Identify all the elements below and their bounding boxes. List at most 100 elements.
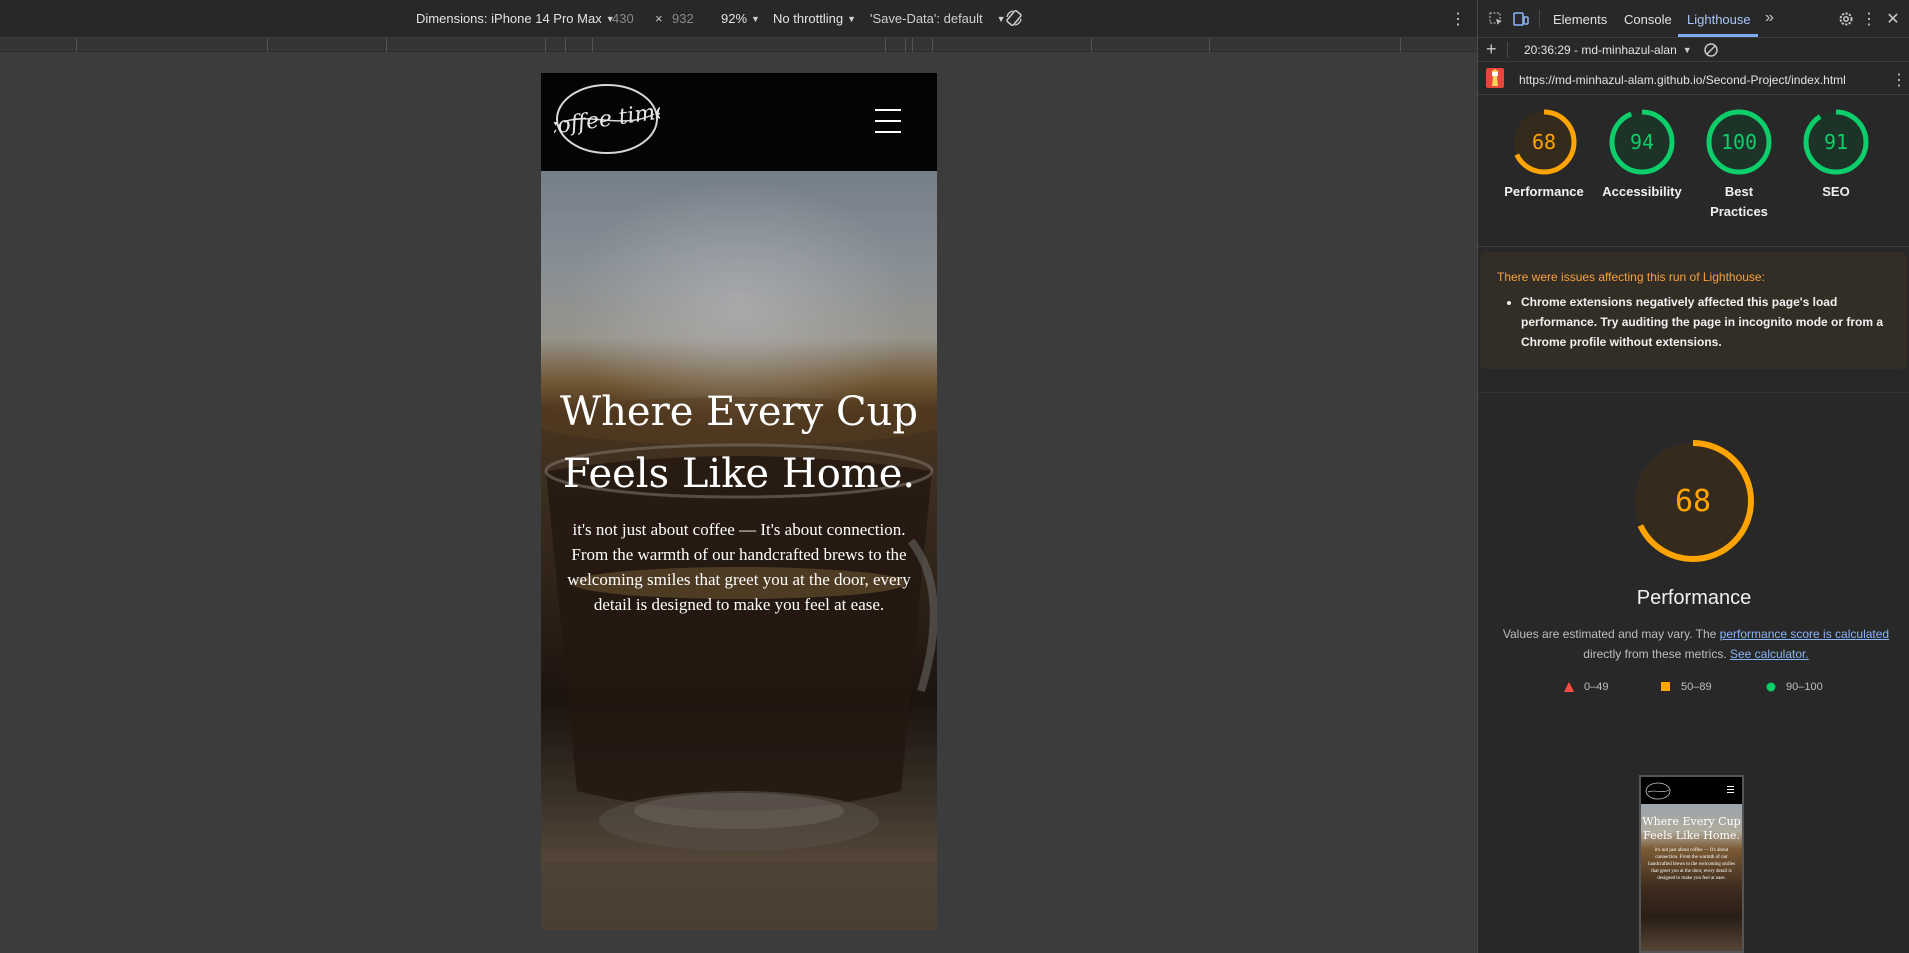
rotate-icon[interactable]	[1005, 9, 1023, 27]
ruler-tick	[932, 38, 933, 52]
legend-range: 90–100	[1786, 681, 1823, 693]
divider	[1539, 10, 1540, 28]
emulated-page: coffee time Where Every Cup Feels Like H…	[541, 73, 937, 930]
more-options-icon[interactable]: ⋮	[1450, 9, 1466, 29]
score-value: 94	[1630, 130, 1654, 154]
device-toolbar: Dimensions: iPhone 14 Pro Max ▼ 430 × 93…	[0, 0, 1477, 38]
ruler-tick	[885, 38, 886, 52]
hero-title: Where Every Cup Feels Like Home.	[560, 389, 918, 497]
gauge-label: Accessibility	[1602, 184, 1682, 199]
gauge-label: Performance	[1504, 184, 1584, 199]
chevron-down-icon: ▼	[847, 13, 857, 24]
gauge-accessibility[interactable]: 94 Accessibility	[1597, 108, 1687, 202]
legend-range: 50–89	[1681, 681, 1712, 693]
throttling-select[interactable]: No throttling ▼	[773, 11, 856, 26]
ruler-tick	[76, 38, 77, 52]
divider	[1478, 246, 1909, 247]
report-select[interactable]: 20:36:29 - md-minhazul-alan ▼	[1524, 43, 1692, 57]
legend-item-fail: 0–49	[1564, 681, 1608, 693]
site-header: coffee time	[541, 73, 937, 171]
height-input[interactable]: 932	[672, 11, 694, 26]
ruler-tick	[545, 38, 546, 52]
lighthouse-logo-icon	[1486, 68, 1504, 91]
ruler-tick	[912, 38, 913, 52]
warning-item: Chrome extensions negatively affected th…	[1521, 292, 1889, 352]
tab-lighthouse[interactable]: Lighthouse	[1687, 12, 1751, 27]
new-report-plus-icon[interactable]: +	[1486, 39, 1497, 60]
ruler-tick	[905, 38, 906, 52]
ruler-tick	[1400, 38, 1401, 52]
thumbnail-text: it's not just about coffee — It's about …	[1648, 848, 1735, 881]
logo-text: coffee time	[554, 99, 660, 141]
performance-big-gauge: 68	[1632, 440, 1754, 562]
gauge-best-practices[interactable]: 100 Best Practices	[1694, 108, 1784, 222]
warning-title: There were issues affecting this run of …	[1497, 270, 1765, 284]
ruler-tick	[1209, 38, 1210, 52]
throttling-label: No throttling	[773, 11, 844, 26]
divider	[1507, 42, 1508, 58]
media-query-ruler[interactable]	[0, 38, 1477, 52]
thumbnail-menu-icon	[1727, 786, 1734, 793]
hamburger-line	[875, 131, 901, 133]
thumbnail-title: Where Every Cup Feels Like Home.	[1642, 815, 1741, 842]
hamburger-line	[875, 120, 901, 122]
ruler-tick	[592, 38, 593, 52]
hamburger-line	[875, 109, 901, 111]
circle-icon	[1766, 682, 1776, 692]
score-gauge: 68	[1511, 109, 1577, 175]
report-time-label: 20:36:29 - md-minhazul-alan	[1524, 43, 1677, 57]
times-icon: ×	[655, 11, 663, 26]
triangle-icon	[1564, 682, 1574, 692]
score-gauge: 100	[1706, 109, 1772, 175]
hamburger-menu-icon[interactable]	[875, 109, 901, 135]
device-dimensions-label: Dimensions: iPhone 14 Pro Max	[416, 11, 602, 26]
settings-gear-icon[interactable]	[1837, 10, 1855, 28]
legend-range: 0–49	[1584, 681, 1609, 693]
page-screenshot-thumbnail[interactable]: Where Every Cup Feels Like Home. it's no…	[1639, 775, 1744, 953]
performance-score-link[interactable]: performance score is calculated	[1720, 627, 1889, 641]
warning-list: Chrome extensions negatively affected th…	[1521, 292, 1889, 352]
score-gauge: 94	[1609, 109, 1675, 175]
big-score-value: 68	[1675, 484, 1711, 519]
legend-item-pass: 90–100	[1766, 681, 1823, 693]
score-gauge: 91	[1803, 109, 1869, 175]
tab-elements[interactable]: Elements	[1553, 12, 1607, 27]
warning-box: There were issues affecting this run of …	[1480, 252, 1907, 369]
ruler-tick	[386, 38, 387, 52]
gauge-label: Best Practices	[1710, 184, 1768, 219]
score-value: 100	[1721, 130, 1757, 154]
device-dimensions-select[interactable]: Dimensions: iPhone 14 Pro Max ▼	[416, 11, 615, 26]
zoom-label: 92%	[721, 11, 748, 26]
square-icon	[1661, 682, 1670, 691]
score-value: 91	[1824, 130, 1848, 154]
gauge-performance[interactable]: 68 Performance	[1499, 108, 1589, 202]
lighthouse-url-bar: https://md-minhazul-alam.github.io/Secon…	[1478, 63, 1909, 95]
hero-text: it's not just about coffee — It's about …	[567, 520, 911, 614]
performance-description: Values are estimated and may vary. The p…	[1496, 624, 1896, 664]
coffee-time-logo[interactable]: coffee time	[554, 82, 660, 157]
thumbnail-logo	[1645, 782, 1671, 800]
gauge-seo[interactable]: 91 SEO	[1791, 108, 1881, 202]
desc-middle: directly from these metrics.	[1583, 647, 1730, 661]
device-toolbar-icon[interactable]	[1512, 10, 1530, 28]
score-value: 68	[1532, 130, 1556, 154]
audited-url[interactable]: https://md-minhazul-alam.github.io/Secon…	[1519, 73, 1846, 87]
hero-section: Where Every Cup Feels Like Home. it's no…	[541, 171, 937, 930]
save-data-select[interactable]: 'Save-Data': default ▼	[870, 11, 1006, 26]
active-tab-indicator	[1678, 34, 1758, 37]
more-options-icon[interactable]: ⋮	[1891, 70, 1907, 90]
zoom-select[interactable]: 92% ▼	[721, 11, 760, 26]
desc-prefix: Values are estimated and may vary. The	[1502, 627, 1720, 641]
width-input[interactable]: 430	[612, 11, 634, 26]
gauge-label: SEO	[1822, 184, 1850, 199]
more-options-icon[interactable]: ⋮	[1860, 10, 1878, 28]
devtools-panel: Elements Console Lighthouse » ⋮ ✕ + 20:3…	[1477, 0, 1909, 953]
clear-reports-icon[interactable]	[1703, 42, 1719, 61]
save-data-label: 'Save-Data': default	[870, 11, 983, 26]
close-icon[interactable]: ✕	[1884, 10, 1902, 28]
more-tabs-icon[interactable]: »	[1765, 9, 1774, 27]
inspect-element-icon[interactable]	[1487, 10, 1505, 28]
tab-console[interactable]: Console	[1624, 12, 1672, 27]
lighthouse-toolbar: + 20:36:29 - md-minhazul-alan ▼	[1478, 38, 1909, 62]
see-calculator-link[interactable]: See calculator.	[1730, 647, 1809, 661]
